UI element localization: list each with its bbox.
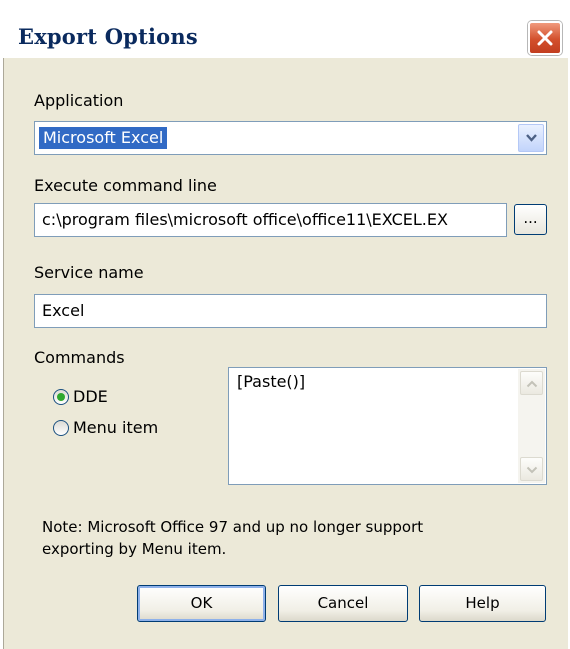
commands-textarea[interactable]: [Paste()] (228, 367, 547, 485)
command-line-input[interactable]: c:\program files\microsoft office\office… (34, 203, 507, 237)
cancel-button[interactable]: Cancel (278, 585, 408, 622)
note-text: Note: Microsoft Office 97 and up no long… (42, 516, 423, 560)
service-name-input[interactable]: Excel (34, 294, 547, 328)
service-name-label: Service name (34, 263, 144, 282)
help-button[interactable]: Help (419, 585, 546, 622)
application-selected-value: Microsoft Excel (39, 127, 168, 149)
scroll-down-button[interactable] (520, 457, 543, 481)
close-icon (537, 30, 553, 46)
dialog-title: Export Options (18, 24, 198, 49)
radio-menu-item-label: Menu item (73, 418, 159, 437)
application-select[interactable]: Microsoft Excel (34, 121, 547, 155)
command-line-label: Execute command line (34, 176, 217, 195)
chevron-down-icon (526, 134, 537, 142)
chevron-down-icon (526, 466, 538, 474)
close-button[interactable] (528, 21, 562, 55)
dropdown-button[interactable] (518, 124, 544, 152)
chevron-up-icon (526, 380, 538, 388)
application-label: Application (34, 91, 124, 110)
commands-text: [Paste()] (237, 372, 306, 391)
commands-label: Commands (34, 348, 125, 367)
radio-dde[interactable]: DDE (53, 387, 108, 406)
ok-button[interactable]: OK (137, 585, 266, 622)
radio-unchecked-icon (53, 419, 69, 436)
note-line-1: Note: Microsoft Office 97 and up no long… (42, 518, 424, 536)
note-line-2: exporting by Menu item. (42, 540, 227, 558)
vertical-scrollbar[interactable] (518, 369, 545, 483)
export-options-dialog: Export Options Application Microsoft Exc… (0, 0, 570, 649)
radio-dde-label: DDE (73, 387, 108, 406)
browse-button[interactable]: ... (514, 204, 547, 235)
scroll-up-button[interactable] (520, 371, 543, 395)
radio-menu-item[interactable]: Menu item (53, 418, 158, 437)
radio-checked-icon (53, 388, 69, 405)
